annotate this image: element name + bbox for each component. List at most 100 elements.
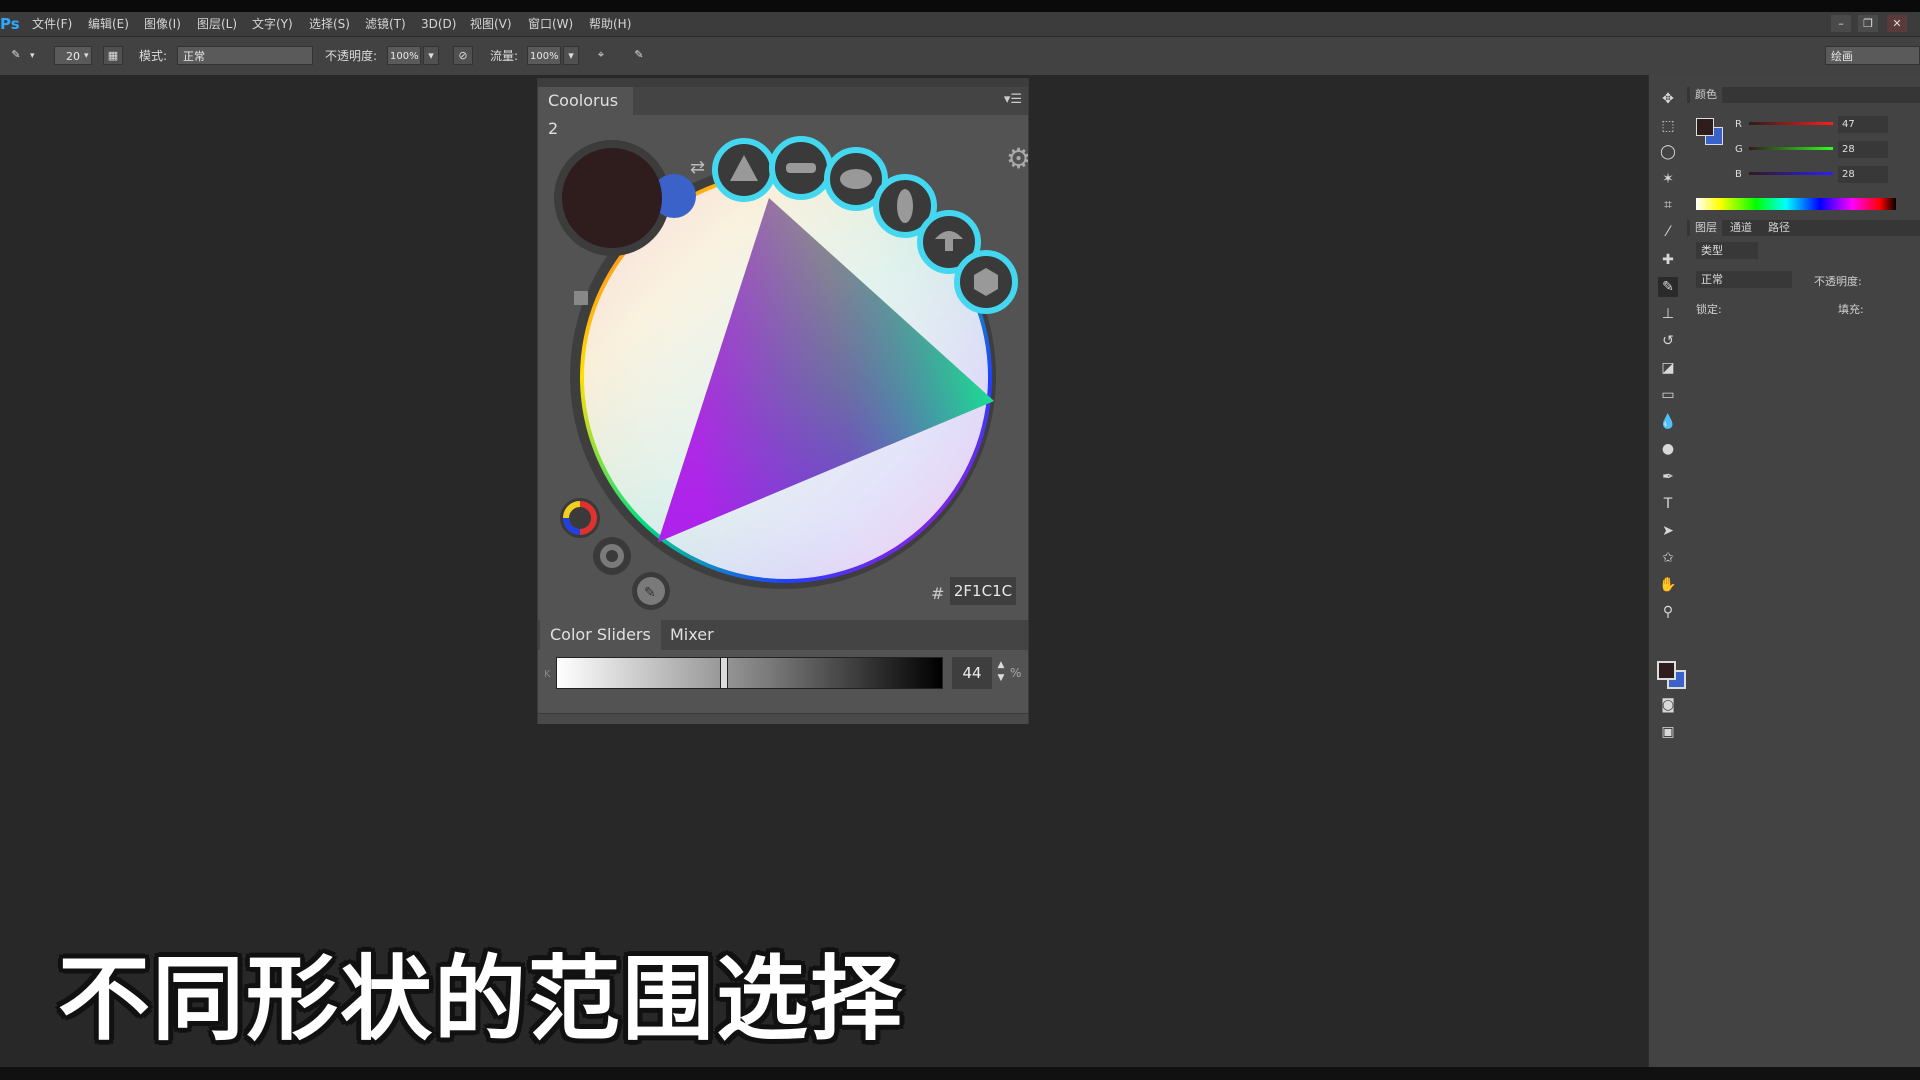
opacity-label: 不透明度: [325, 49, 378, 63]
screen-top-strip [0, 0, 1920, 12]
eyedropper-tool-icon[interactable]: ⁄ [1658, 222, 1678, 242]
hand-tool-icon[interactable]: ✋ [1658, 575, 1678, 595]
brush-size-dropdown-arrow-icon[interactable]: ▾ [84, 37, 89, 75]
panel-drag-bar[interactable] [538, 79, 1028, 87]
color-wheel-svg: ⇄ ⚙ ✎ [554, 136, 1031, 610]
g-label: G [1735, 144, 1743, 155]
menu-edit[interactable]: 编辑(E) [88, 12, 129, 36]
layer-filter-select[interactable]: 类型 [1696, 242, 1758, 259]
ps-logo: Ps [0, 15, 20, 33]
menu-type[interactable]: 文字(Y) [252, 12, 293, 36]
healing-brush-tool-icon[interactable]: ✚ [1658, 250, 1678, 270]
r-slider[interactable] [1749, 122, 1833, 125]
screen-mode-icon[interactable]: ▣ [1658, 722, 1678, 742]
k-value-field[interactable]: 44 [952, 657, 992, 689]
brush-tool-preset-icon[interactable]: ✎ [6, 46, 26, 65]
history-brush-tool-icon[interactable]: ↺ [1658, 331, 1678, 351]
gradient-tool-icon[interactable]: ▭ [1658, 385, 1678, 405]
k-slider-track[interactable] [556, 657, 943, 689]
settings-gear-icon[interactable]: ⚙ [1006, 142, 1031, 175]
layers-panel-tabbar: 图层 通道 路径 [1687, 220, 1920, 236]
tab-coolorus[interactable]: Coolorus 2 [538, 87, 633, 138]
foreground-color-swatch[interactable] [1657, 661, 1676, 680]
tools-panel: ✥ ⬚ ◯ ✶ ⌗ ⁄ ✚ ✎ ⊥ ↺ ◪ ▭ 💧 ● ✒ T ➤ ✩ ✋ ⚲ … [1648, 75, 1688, 1067]
tab-layers[interactable]: 图层 [1690, 220, 1722, 236]
restore-icon[interactable]: ❐ [1858, 15, 1878, 32]
airbrush-icon[interactable]: ⌖ [591, 46, 611, 65]
opacity-dropdown-icon[interactable]: ▾ [423, 46, 439, 65]
mode-label: 模式: [139, 49, 168, 63]
menu-bar: 文件(F) 编辑(E) 图像(I) 图层(L) 文字(Y) 选择(S) 滤镜(T… [0, 12, 1920, 37]
crop-tool-icon[interactable]: ⌗ [1658, 195, 1678, 215]
dodge-tool-icon[interactable]: ● [1658, 439, 1678, 459]
layer-blend-mode-select[interactable]: 正常 [1696, 271, 1792, 288]
minimize-icon[interactable]: – [1831, 15, 1851, 32]
zoom-tool-icon[interactable]: ⚲ [1658, 602, 1678, 622]
flow-label: 流量: [490, 49, 519, 63]
menu-file[interactable]: 文件(F) [32, 12, 72, 36]
primary-color-swatch[interactable] [562, 148, 662, 248]
k-unit: % [1010, 666, 1022, 680]
menu-help[interactable]: 帮助(H) [589, 12, 631, 36]
type-tool-icon[interactable]: T [1658, 494, 1678, 514]
b-value-field[interactable]: 28 [1838, 166, 1888, 183]
b-slider[interactable] [1749, 172, 1833, 175]
panel-resize-grip[interactable] [538, 713, 1028, 724]
tab-color-sliders[interactable]: Color Sliders [540, 620, 661, 650]
opacity-field[interactable]: 100% [387, 46, 421, 65]
g-value-field[interactable]: 28 [1838, 141, 1888, 158]
flow-field[interactable]: 100% [527, 46, 561, 65]
move-tool-icon[interactable]: ✥ [1658, 89, 1678, 109]
menu-3d[interactable]: 3D(D) [421, 12, 456, 36]
workspace-switcher[interactable]: 绘画 [1825, 46, 1920, 65]
r-value-field[interactable]: 47 [1838, 116, 1888, 133]
pressure-opacity-icon[interactable]: ⊘ [453, 46, 473, 65]
close-icon[interactable]: ✕ [1887, 15, 1907, 32]
tab-channels[interactable]: 通道 [1725, 220, 1757, 236]
video-subtitle: 不同形状的范围选择 [58, 946, 905, 1053]
shape-tool-icon[interactable]: ✩ [1658, 548, 1678, 568]
mode-select[interactable]: 正常 [177, 46, 313, 65]
tab-mixer[interactable]: Mixer [660, 620, 724, 650]
layer-fill-label: 填充: [1838, 303, 1864, 316]
clone-stamp-tool-icon[interactable]: ⊥ [1658, 304, 1678, 324]
marquee-tool-icon[interactable]: ⬚ [1658, 116, 1678, 136]
menu-layer[interactable]: 图层(L) [197, 12, 237, 36]
magic-wand-tool-icon[interactable]: ✶ [1658, 169, 1678, 189]
tab-color[interactable]: 颜色 [1690, 87, 1722, 103]
options-bar: ✎ ▾ 20 ▾ ▦ 模式: 正常 不透明度: 100% ▾ ⊘ 流量: 100… [0, 37, 1920, 76]
brush-panel-toggle-icon[interactable]: ▦ [103, 46, 123, 65]
hexagon-shape-button[interactable] [954, 250, 1018, 314]
tab-paths[interactable]: 路径 [1763, 220, 1795, 236]
k-slider-thumb[interactable] [720, 657, 728, 689]
menu-window[interactable]: 窗口(W) [528, 12, 573, 36]
flow-dropdown-icon[interactable]: ▾ [563, 46, 579, 65]
color-panel-fg-swatch[interactable] [1696, 118, 1714, 136]
hex-value-field[interactable]: 2F1C1C [950, 577, 1016, 605]
blur-tool-icon[interactable]: 💧 [1658, 412, 1678, 432]
k-stepper-icon[interactable]: ▲ ▼ [995, 659, 1007, 687]
color-panel-tabbar: 颜色 [1687, 87, 1920, 103]
svg-text:✎: ✎ [644, 585, 656, 601]
swap-colors-icon[interactable]: ⇄ [690, 157, 705, 178]
lasso-tool-icon[interactable]: ◯ [1658, 142, 1678, 162]
bar-shape-button[interactable] [769, 136, 833, 200]
triangle-shape-button[interactable] [712, 138, 776, 202]
quick-mask-icon[interactable]: ◙ [1658, 695, 1678, 715]
pen-tool-icon[interactable]: ✒ [1658, 467, 1678, 487]
reset-colors-icon[interactable] [574, 291, 588, 305]
brush-tool-icon[interactable]: ✎ [1658, 277, 1678, 297]
menu-view[interactable]: 视图(V) [470, 12, 512, 36]
menu-image[interactable]: 图像(I) [144, 12, 181, 36]
right-panel-dock: 颜色 R 47 G 28 B 28 图层 通道 路径 类型 正常 不透明度: 锁… [1687, 75, 1920, 1067]
eraser-tool-icon[interactable]: ◪ [1658, 358, 1678, 378]
menu-filter[interactable]: 滤镜(T) [365, 12, 406, 36]
pressure-size-icon[interactable]: ✎ [629, 46, 649, 65]
g-slider[interactable] [1749, 147, 1833, 150]
preset-dropdown-arrow-icon[interactable]: ▾ [30, 37, 35, 75]
color-spectrum-bar[interactable] [1696, 198, 1896, 210]
path-selection-tool-icon[interactable]: ➤ [1658, 521, 1678, 541]
menu-select[interactable]: 选择(S) [309, 12, 350, 36]
coolorus-tab-row: Coolorus 2 ▾☰ [538, 87, 1028, 138]
panel-menu-icon[interactable]: ▾☰ [1004, 92, 1022, 107]
